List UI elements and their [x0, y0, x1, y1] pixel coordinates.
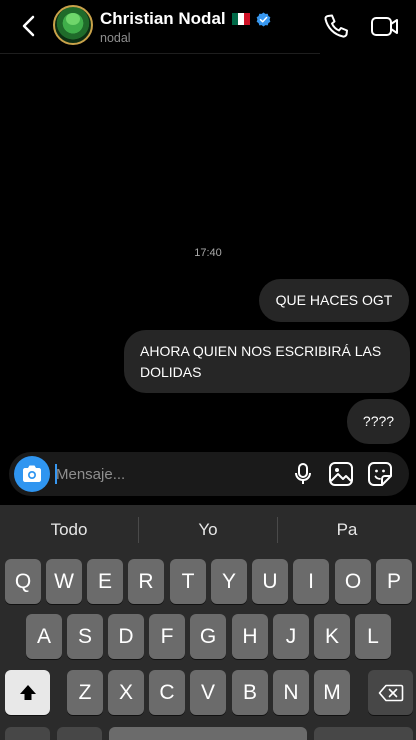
key[interactable]: I	[293, 559, 329, 604]
microphone-icon[interactable]	[291, 462, 315, 486]
message-bubble[interactable]: AHORA QUIEN NOS ESCRIBIRÁ LAS DOLIDAS	[124, 330, 410, 393]
suggestion-item[interactable]: Todo	[0, 505, 138, 555]
key[interactable]: H	[232, 614, 268, 659]
key[interactable]: E	[87, 559, 123, 604]
backspace-icon	[378, 684, 403, 701]
gallery-icon[interactable]	[328, 461, 354, 487]
key[interactable]: U	[252, 559, 288, 604]
verified-badge-icon	[256, 11, 270, 27]
message-composer	[9, 452, 409, 496]
keyboard: Todo Yo Pa Q W E R T Y U I O P A S D F G…	[0, 505, 416, 740]
key[interactable]: V	[190, 670, 226, 715]
sticker-icon[interactable]	[367, 461, 393, 487]
mexico-flag-icon	[231, 13, 250, 25]
key[interactable]: G	[190, 614, 226, 659]
key[interactable]: W	[46, 559, 82, 604]
key[interactable]: K	[314, 614, 350, 659]
key[interactable]: Z	[67, 670, 103, 715]
key[interactable]: J	[273, 614, 309, 659]
message-bubble[interactable]: ????	[347, 399, 410, 444]
chat-header: Christian Nodal nodal	[0, 0, 416, 54]
return-key[interactable]	[314, 727, 413, 740]
key[interactable]: C	[149, 670, 185, 715]
contact-name: Christian Nodal	[100, 9, 226, 28]
key[interactable]: N	[273, 670, 309, 715]
shift-key[interactable]	[5, 670, 50, 715]
avatar[interactable]	[53, 5, 93, 45]
key[interactable]: L	[355, 614, 391, 659]
key[interactable]: M	[314, 670, 350, 715]
key[interactable]: B	[232, 670, 268, 715]
suggestion-item[interactable]: Yo	[139, 505, 277, 555]
key[interactable]: Y	[211, 559, 247, 604]
key[interactable]: P	[376, 559, 412, 604]
shift-arrow-icon	[19, 684, 36, 700]
key[interactable]: R	[128, 559, 164, 604]
numbers-key[interactable]	[5, 727, 50, 740]
message-bubble[interactable]: QUE HACES OGT	[259, 279, 409, 322]
back-arrow-icon[interactable]	[14, 12, 42, 40]
message-input[interactable]	[56, 452, 276, 496]
key[interactable]: O	[335, 559, 371, 604]
key[interactable]: Q	[5, 559, 41, 604]
suggestion-item[interactable]: Pa	[278, 505, 416, 555]
key[interactable]: S	[67, 614, 103, 659]
emoji-key[interactable]	[57, 727, 102, 740]
camera-icon[interactable]	[14, 456, 50, 492]
key[interactable]: T	[170, 559, 206, 604]
video-call-icon[interactable]	[370, 12, 400, 40]
phone-icon[interactable]	[322, 12, 350, 40]
key[interactable]: D	[108, 614, 144, 659]
contact-username: nodal	[100, 31, 131, 45]
header-divider	[0, 53, 320, 54]
backspace-key[interactable]	[368, 670, 413, 715]
key[interactable]: X	[108, 670, 144, 715]
message-timestamp: 17:40	[194, 247, 222, 259]
key[interactable]: A	[26, 614, 62, 659]
key[interactable]: F	[149, 614, 185, 659]
contact-info[interactable]: Christian Nodal nodal	[100, 8, 271, 45]
space-key[interactable]	[109, 727, 307, 740]
suggestion-bar: Todo Yo Pa	[0, 505, 416, 555]
